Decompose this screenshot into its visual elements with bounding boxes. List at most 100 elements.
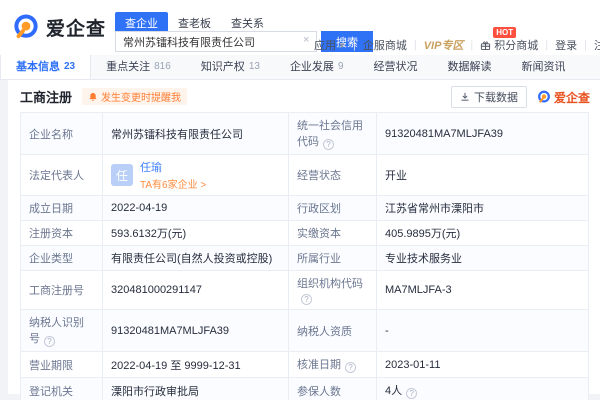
- tab-label: 新闻资讯: [521, 61, 566, 73]
- tab-count: 23: [64, 61, 76, 72]
- field-label: 经营状态: [288, 154, 377, 196]
- aiqicha-logo[interactable]: 爱企查: [12, 13, 106, 41]
- search-input[interactable]: [115, 31, 317, 52]
- field-label: 营业期限: [20, 351, 103, 378]
- table-row: 法定代表人任任瑜 TA有6家企业 > 经营状态 开业: [20, 154, 589, 196]
- section-header: 工商注册 发生变更时提醒我 下载数据 爱企查: [8, 80, 600, 108]
- legal-rep-cell: 任任瑜 TA有6家企业 >: [102, 154, 289, 196]
- tab-label: 企业发展: [289, 61, 334, 73]
- nav-login[interactable]: 登录: [555, 37, 577, 53]
- field-value: 有限责任公司(自然人投资或控股): [102, 245, 289, 271]
- top-header: 爱企查 查企业 查老板 查关系 × 搜索 应用▼ | 企服商城 | VIP专区 …: [0, 0, 600, 55]
- aiqicha-logo-icon: [12, 13, 40, 41]
- field-label: 成立日期: [20, 195, 103, 221]
- help-icon[interactable]: ?: [44, 336, 55, 347]
- field-label: 企业类型: [20, 245, 103, 271]
- table-row: 注册资本 593.6132万(元) 实缴资本 405.9895万(元): [20, 220, 589, 246]
- field-label: 工商注册号: [20, 270, 103, 310]
- nav-separator: |: [545, 39, 549, 51]
- field-label: 法定代表人: [20, 154, 103, 196]
- field-value: 91320481MA7MLJFA39: [102, 309, 289, 352]
- field-value: 2022-04-19: [102, 195, 289, 221]
- field-label: 统一社会信用代码?: [288, 112, 377, 155]
- field-value: 开业: [376, 154, 589, 196]
- field-value: 4人?: [376, 377, 589, 400]
- field-value: 常州苏镭科技有限责任公司: [102, 112, 289, 155]
- main-content: 工商注册 发生变更时提醒我 下载数据 爱企查 企业名称 常州苏镭科技有限责任公司…: [8, 80, 600, 400]
- nav-separator: |: [413, 39, 417, 51]
- help-icon[interactable]: ?: [301, 294, 312, 305]
- nav-apps[interactable]: 应用 ▼: [314, 37, 346, 53]
- tab-label: 数据解读: [447, 61, 492, 73]
- content-tabbar: 基本信息 23 重点关注 816 知识产权 13 企业发展 9 经营状况 数据解读 新闻资讯: [0, 55, 600, 80]
- nav-services-mall[interactable]: 企服商城: [363, 37, 407, 53]
- tab-label: 重点关注: [106, 61, 151, 73]
- chevron-down-icon: ▼: [338, 40, 346, 50]
- nav-separator: |: [584, 39, 587, 51]
- legal-rep-name-link[interactable]: 任瑜: [140, 159, 206, 175]
- aiqicha-watermark-logo[interactable]: 爱企查: [537, 89, 590, 106]
- change-alert-button[interactable]: 发生变更时提醒我: [82, 88, 188, 105]
- section-header-right: 下载数据 爱企查: [450, 86, 590, 108]
- field-value: 2022-04-19 至 9999-12-31: [102, 351, 289, 378]
- field-value: -: [376, 309, 589, 352]
- field-value: 专业技术服务业: [376, 245, 589, 271]
- tab-label: 经营状况: [373, 61, 418, 73]
- aiqicha-watermark-icon: [537, 90, 551, 104]
- download-icon: [460, 92, 470, 102]
- nav-points-mall[interactable]: 积分商城 HOT: [480, 27, 538, 53]
- tab-label: 基本信息: [16, 61, 60, 73]
- nav-register[interactable]: 注册: [594, 37, 600, 53]
- field-label: 组织机构代码?: [288, 270, 377, 310]
- table-row: 纳税人识别号? 91320481MA7MLJFA39 纳税人资质 -: [20, 309, 589, 352]
- field-label: 核准日期?: [288, 351, 377, 378]
- gift-icon: [480, 40, 491, 51]
- clear-icon[interactable]: ×: [303, 34, 309, 46]
- table-row: 成立日期 2022-04-19 行政区划 江苏省常州市溧阳市: [20, 195, 589, 221]
- table-row: 企业名称 常州苏镭科技有限责任公司 统一社会信用代码? 91320481MA7MLJF…: [20, 112, 589, 155]
- bell-icon: [88, 92, 98, 102]
- field-value: MA7MLJFA-3: [376, 270, 589, 310]
- download-data-button[interactable]: 下载数据: [450, 86, 527, 108]
- tab-新闻资讯[interactable]: 新闻资讯: [507, 55, 581, 79]
- legal-rep-companies-link[interactable]: TA有6家企业 >: [140, 176, 206, 191]
- help-icon[interactable]: ?: [345, 362, 356, 373]
- field-label: 所属行业: [288, 245, 377, 271]
- hot-badge: HOT: [493, 27, 517, 38]
- field-label: 登记机关: [20, 377, 103, 400]
- field-value: 2023-01-11: [376, 351, 589, 378]
- top-nav: 应用▼ | 企服商城 | VIP专区 | 积分商城 HOT | 登录 | 注册: [314, 27, 600, 53]
- help-icon[interactable]: ?: [323, 139, 334, 150]
- tab-重点关注[interactable]: 重点关注 816: [91, 55, 186, 79]
- tab-count: 816: [154, 61, 171, 72]
- field-value: 593.6132万(元): [102, 220, 289, 246]
- nav-separator: |: [352, 39, 356, 51]
- field-value: 91320481MA7MLJFA39: [376, 112, 589, 155]
- nav-separator: |: [470, 39, 474, 51]
- tab-知识产权[interactable]: 知识产权 13: [186, 55, 275, 79]
- tab-基本信息[interactable]: 基本信息 23: [0, 55, 92, 79]
- tab-count: 13: [248, 61, 260, 72]
- field-label: 行政区划: [288, 195, 377, 221]
- tab-经营状况[interactable]: 经营状况: [359, 55, 433, 79]
- table-row: 营业期限 2022-04-19 至 9999-12-31 核准日期? 2023-01-…: [20, 351, 589, 378]
- field-label: 参保人数: [288, 377, 377, 400]
- field-label: 企业名称: [20, 112, 103, 155]
- help-icon[interactable]: ?: [406, 388, 418, 399]
- field-value: 溧阳市行政审批局: [102, 377, 289, 400]
- table-row: 企业类型 有限责任公司(自然人投资或控股) 所属行业 专业技术服务业: [20, 245, 589, 271]
- nav-vip-zone[interactable]: VIP专区: [424, 37, 464, 53]
- field-value: 405.9895万(元): [376, 220, 589, 246]
- field-label: 实缴资本: [288, 220, 377, 246]
- table-row: 登记机关 溧阳市行政审批局 参保人数 4人?: [20, 377, 589, 400]
- field-label: 注册资本: [20, 220, 103, 246]
- tab-count: 9: [337, 61, 344, 72]
- field-label: 纳税人识别号?: [20, 309, 103, 352]
- field-label: 纳税人资质: [288, 309, 377, 352]
- tab-企业发展[interactable]: 企业发展 9: [275, 55, 359, 79]
- section-title: 工商注册: [20, 90, 73, 105]
- registration-table: 企业名称 常州苏镭科技有限责任公司 统一社会信用代码? 91320481MA7MLJF…: [20, 112, 589, 400]
- tab-数据解读[interactable]: 数据解读: [433, 55, 507, 79]
- aiqicha-logo-text: 爱企查: [46, 18, 107, 40]
- avatar[interactable]: 任: [111, 164, 133, 186]
